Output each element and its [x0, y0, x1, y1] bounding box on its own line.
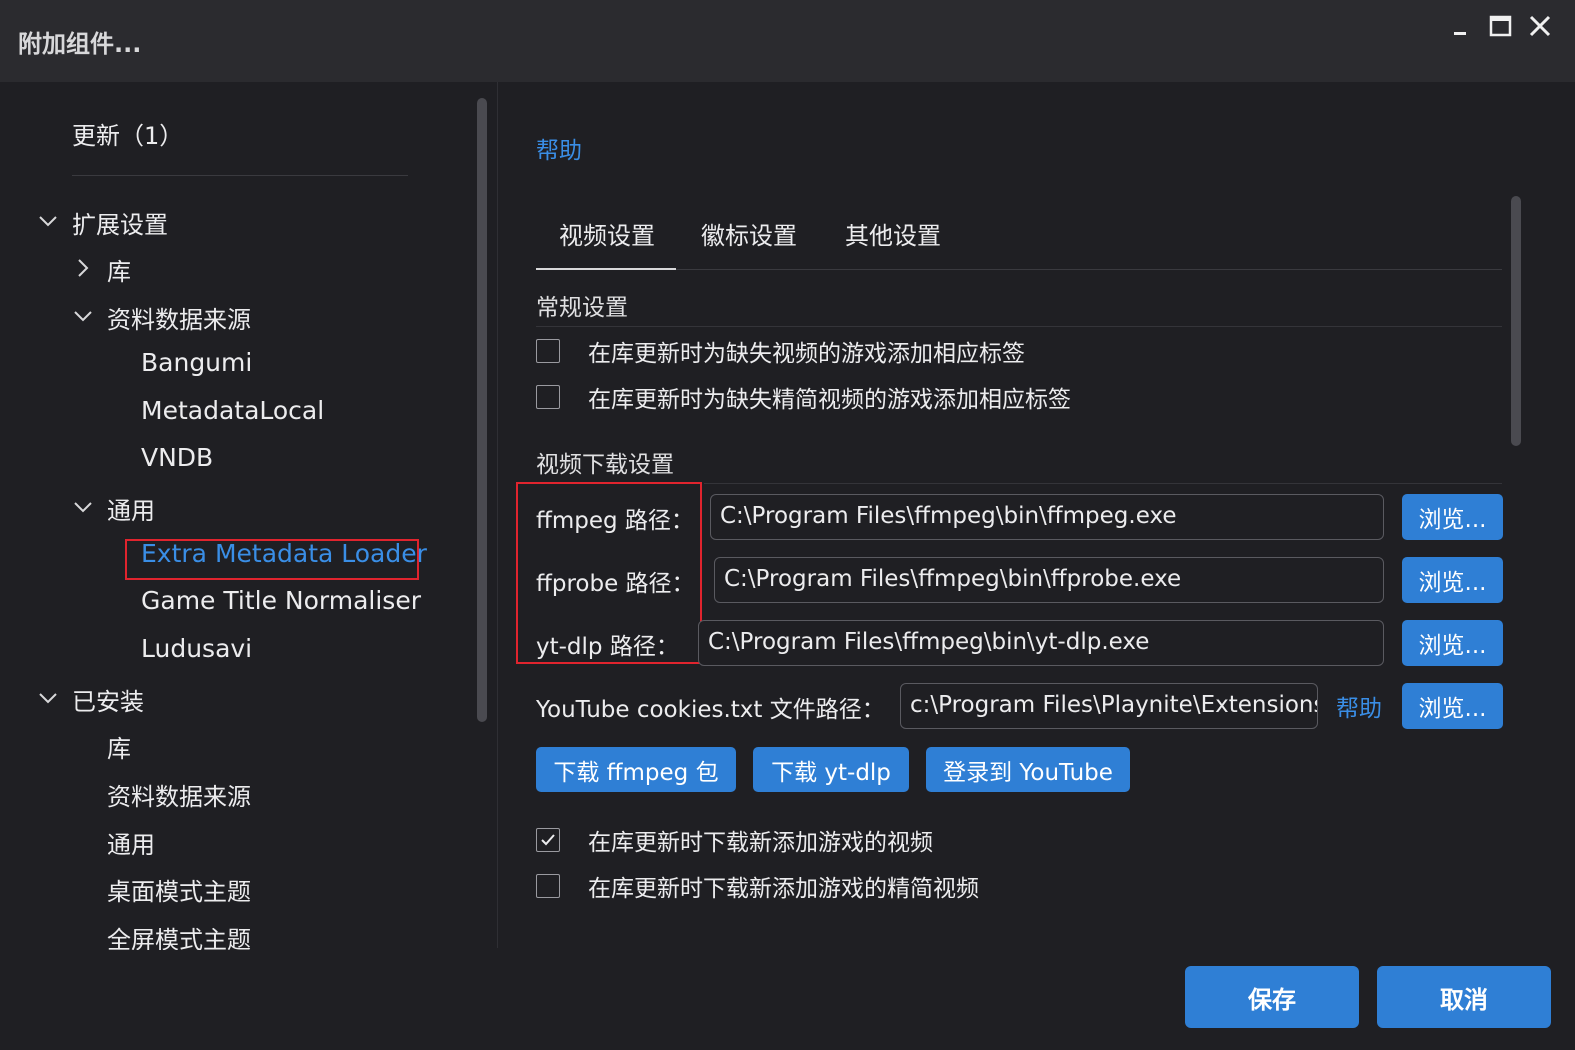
- checkbox-label: 在库更新时下载新添加游戏的视频: [588, 830, 933, 856]
- ffmpeg-path-label: ffmpeg 路径：: [536, 508, 694, 534]
- ffprobe-path-input[interactable]: C:\Program Files\ffmpeg\bin\ffprobe.exe: [714, 557, 1384, 603]
- sidebar-divider: [72, 175, 408, 176]
- maximize-button[interactable]: [1483, 10, 1517, 44]
- sidebar-scrollbar[interactable]: [477, 98, 487, 722]
- general-section-title: 常规设置: [536, 295, 628, 321]
- title-bar: 附加组件...: [0, 0, 1575, 82]
- ytdlp-path-input[interactable]: C:\Program Files\ffmpeg\bin\yt-dlp.exe: [698, 620, 1384, 666]
- sidebar-item-installed-library[interactable]: 库: [107, 729, 131, 764]
- chevron-down-icon[interactable]: [38, 211, 58, 231]
- download-option-row[interactable]: 在库更新时下载新添加游戏的精简视频: [536, 871, 979, 902]
- active-tab-indicator: [536, 268, 676, 270]
- tab-other-settings[interactable]: 其他设置: [845, 216, 941, 251]
- cookies-help-link[interactable]: 帮助: [1336, 689, 1382, 723]
- sidebar-item-ext-settings[interactable]: 扩展设置: [72, 205, 168, 240]
- ffmpeg-path-input[interactable]: C:\Program Files\ffmpeg\bin\ffmpeg.exe: [710, 494, 1384, 540]
- ffprobe-path-label: ffprobe 路径：: [536, 571, 695, 597]
- minimize-button[interactable]: [1443, 10, 1477, 44]
- sidebar-item-generic[interactable]: 通用: [107, 491, 155, 526]
- general-option-row[interactable]: 在库更新时为缺失视频的游戏添加相应标签: [536, 336, 1025, 367]
- checkmark-icon: [541, 834, 555, 846]
- maximize-icon: [1489, 15, 1512, 37]
- sidebar-item-metadatalocal[interactable]: MetadataLocal: [141, 396, 324, 425]
- chevron-down-icon[interactable]: [73, 497, 93, 517]
- sidebar-item-extra-metadata-loader[interactable]: Extra Metadata Loader: [141, 539, 427, 568]
- download-ffmpeg-button[interactable]: 下载 ffmpeg 包: [536, 747, 736, 792]
- ytdlp-path-label: yt-dlp 路径：: [536, 634, 679, 660]
- download-section-title: 视频下载设置: [536, 452, 674, 478]
- cancel-button[interactable]: 取消: [1377, 966, 1551, 1028]
- checkbox-label: 在库更新时为缺失精简视频的游戏添加相应标签: [588, 387, 1071, 413]
- checkbox[interactable]: [536, 874, 560, 898]
- section-divider: [536, 326, 1502, 327]
- download-ytdlp-button[interactable]: 下载 yt-dlp: [753, 747, 909, 792]
- tab-video-settings[interactable]: 视频设置: [559, 216, 655, 251]
- sidebar-item-installed[interactable]: 已安装: [72, 682, 144, 717]
- sidebar-tree: 更新（1） 扩展设置 库 资料数据来源 Bangumi MetadataLoca…: [0, 82, 498, 950]
- checkbox[interactable]: [536, 385, 560, 409]
- minimize-icon: [1454, 32, 1466, 35]
- sidebar-item-bangumi[interactable]: Bangumi: [141, 348, 252, 377]
- sidebar-item-updates[interactable]: 更新（1）: [72, 116, 183, 151]
- cookies-path-label: YouTube cookies.txt 文件路径：: [536, 697, 885, 723]
- settings-panel: 帮助 视频设置 徽标设置 其他设置 常规设置 在库更新时为缺失视频的游戏添加相应…: [498, 82, 1575, 950]
- browse-ffprobe-button[interactable]: 浏览...: [1402, 557, 1503, 603]
- sidebar-item-fullscreen-themes[interactable]: 全屏模式主题: [107, 920, 251, 950]
- window-title: 附加组件...: [18, 30, 142, 58]
- sidebar-item-vndb[interactable]: VNDB: [141, 443, 213, 472]
- sidebar-item-desktop-themes[interactable]: 桌面模式主题: [107, 872, 251, 907]
- sidebar-item-installed-metadata[interactable]: 资料数据来源: [107, 777, 251, 812]
- section-divider: [704, 483, 1502, 484]
- close-icon: [1529, 15, 1551, 37]
- sidebar-item-library[interactable]: 库: [107, 252, 131, 287]
- tab-divider: [536, 269, 1502, 270]
- sidebar-item-installed-generic[interactable]: 通用: [107, 825, 155, 860]
- sidebar-item-game-title-normaliser[interactable]: Game Title Normaliser: [141, 586, 421, 615]
- tab-logo-settings[interactable]: 徽标设置: [701, 216, 797, 251]
- checkbox[interactable]: [536, 339, 560, 363]
- sidebar-item-ludusavi[interactable]: Ludusavi: [141, 634, 252, 663]
- browse-ffmpeg-button[interactable]: 浏览...: [1402, 494, 1503, 540]
- content-scrollbar[interactable]: [1511, 196, 1521, 446]
- chevron-right-icon[interactable]: [73, 258, 93, 278]
- chevron-down-icon[interactable]: [73, 306, 93, 326]
- close-button[interactable]: [1523, 10, 1557, 44]
- chevron-down-icon[interactable]: [38, 688, 58, 708]
- checkbox-checked[interactable]: [536, 828, 560, 852]
- general-option-row[interactable]: 在库更新时为缺失精简视频的游戏添加相应标签: [536, 382, 1071, 413]
- download-option-row[interactable]: 在库更新时下载新添加游戏的视频: [536, 825, 933, 856]
- browse-ytdlp-button[interactable]: 浏览...: [1402, 620, 1503, 666]
- cookies-path-input[interactable]: c:\Program Files\Playnite\Extensions\: [900, 683, 1318, 729]
- browse-cookies-button[interactable]: 浏览...: [1402, 683, 1503, 729]
- checkbox-label: 在库更新时为缺失视频的游戏添加相应标签: [588, 341, 1025, 367]
- checkbox-label: 在库更新时下载新添加游戏的精简视频: [588, 876, 979, 902]
- login-youtube-button[interactable]: 登录到 YouTube: [926, 747, 1130, 792]
- help-link[interactable]: 帮助: [536, 131, 582, 165]
- save-button[interactable]: 保存: [1185, 966, 1359, 1028]
- sidebar-item-metadata-sources[interactable]: 资料数据来源: [107, 300, 251, 335]
